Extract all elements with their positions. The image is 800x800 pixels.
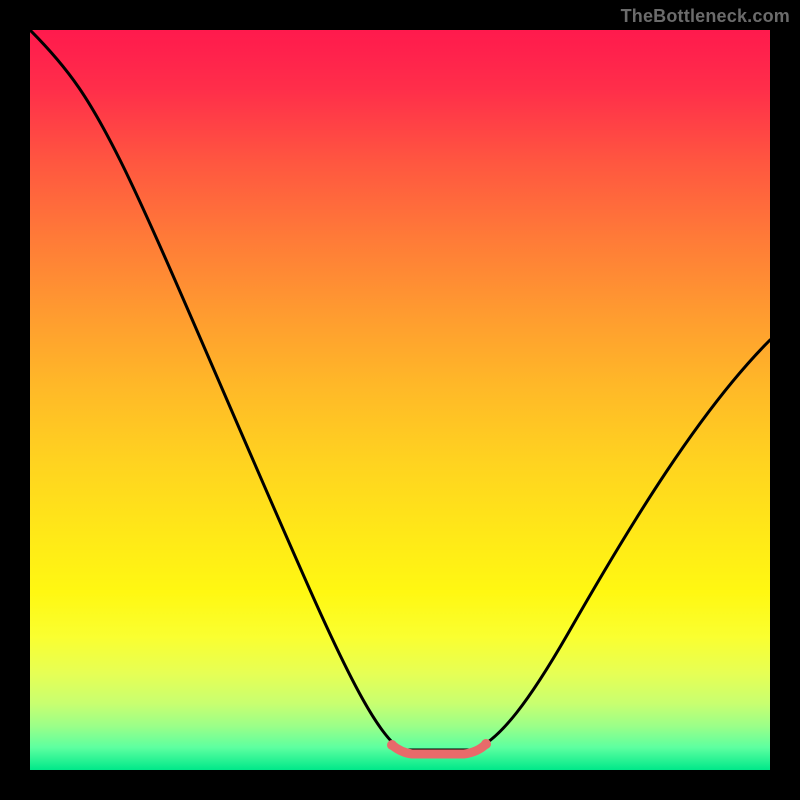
chart-frame: TheBottleneck.com (0, 0, 800, 800)
flat-region-dot-right (481, 739, 491, 749)
watermark-text: TheBottleneck.com (621, 6, 790, 27)
curve-path (30, 30, 770, 750)
flat-region-dot-left (387, 740, 397, 750)
bottleneck-curve (30, 30, 770, 770)
plot-area (30, 30, 770, 770)
